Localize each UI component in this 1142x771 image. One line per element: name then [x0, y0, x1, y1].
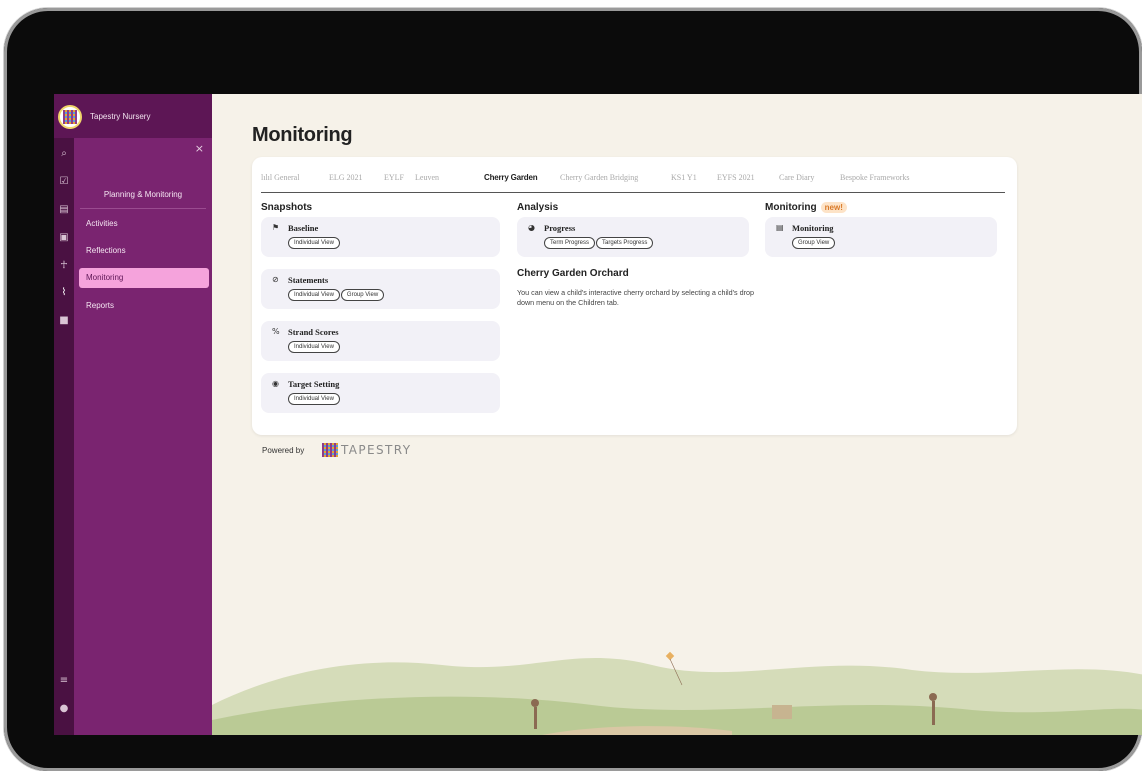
snapshots-heading: Snapshots — [261, 202, 313, 213]
laptop-frame: ⌕ ☑ ▤ ▣ ☥ ⌇ ■ ≡ ● Tapestry Nursery × Pla… — [4, 8, 1142, 771]
group-view-button[interactable]: Group View — [340, 289, 385, 301]
statements-tile[interactable]: ⊘ Statements Individual View Group View — [261, 269, 500, 309]
orchard-description: You can view a child's interactive cherr… — [517, 288, 754, 307]
tab-eylf[interactable]: EYLF — [384, 173, 404, 182]
monitoring-heading-label: Monitoring — [765, 202, 817, 213]
strand-scores-tile[interactable]: % Strand Scores Individual View — [261, 321, 500, 361]
search-icon[interactable]: ⌕ — [58, 148, 70, 160]
chart-icon[interactable]: ⌇ — [58, 287, 70, 299]
framework-tabs: lılıl General ELG 2021 EYLF Leuven Cherr… — [261, 173, 1005, 193]
landscape-illustration — [212, 651, 1142, 735]
panel-item-activities[interactable]: Activities — [79, 214, 209, 234]
individual-view-button[interactable]: Individual View — [288, 237, 340, 249]
tile-label: Strand Scores — [288, 327, 339, 337]
brand-header: Tapestry Nursery — [54, 94, 212, 138]
org-logo[interactable] — [58, 105, 82, 129]
tab-cherry-garden[interactable]: Cherry Garden — [484, 173, 538, 182]
check-circle-icon: ⊘ — [272, 275, 279, 284]
percent-icon: % — [272, 327, 280, 336]
list-icon: ▤ — [776, 223, 784, 232]
folder-icon[interactable]: ■ — [58, 315, 70, 327]
help-icon[interactable]: ● — [58, 703, 70, 715]
progress-tile[interactable]: ◕ Progress Term Progress Targets Progress — [517, 217, 749, 257]
tile-label: Monitoring — [792, 223, 834, 233]
id-card-icon[interactable]: ▤ — [58, 204, 70, 216]
analysis-heading: Analysis — [517, 202, 559, 213]
pie-chart-icon: ◕ — [528, 223, 535, 232]
monitoring-tile[interactable]: ▤ Monitoring Group View — [765, 217, 997, 257]
panel-title: Planning & Monitoring — [103, 190, 183, 199]
orchard-title: Cherry Garden Orchard — [517, 268, 629, 279]
targets-progress-button[interactable]: Targets Progress — [596, 237, 654, 249]
tab-eyfs-2021[interactable]: EYFS 2021 — [717, 173, 755, 182]
individual-view-button[interactable]: Individual View — [288, 393, 340, 405]
journal-icon[interactable]: ▣ — [58, 232, 70, 244]
tile-label: Baseline — [288, 223, 319, 233]
org-name[interactable]: Tapestry Nursery — [90, 112, 150, 121]
app-screen: ⌕ ☑ ▤ ▣ ☥ ⌇ ■ ≡ ● Tapestry Nursery × Pla… — [54, 94, 1142, 735]
individual-view-button[interactable]: Individual View — [288, 341, 340, 353]
tab-bespoke-frameworks[interactable]: Bespoke Frameworks — [840, 173, 910, 182]
tapestry-wordmark: TAPESTRY — [341, 443, 412, 457]
child-icon[interactable]: ☥ — [58, 260, 70, 272]
tab-cherry-garden-bridging[interactable]: Cherry Garden Bridging — [560, 173, 638, 182]
monitoring-card: lılıl General ELG 2021 EYLF Leuven Cherr… — [252, 157, 1017, 435]
panel-item-reports[interactable]: Reports — [79, 296, 209, 316]
powered-by-label: Powered by — [262, 446, 305, 455]
tapestry-logo-icon — [322, 443, 338, 457]
individual-view-button[interactable]: Individual View — [288, 289, 340, 301]
tab-ks1-y1[interactable]: KS1 Y1 — [671, 173, 697, 182]
tile-label: Statements — [288, 275, 329, 285]
calendar-check-icon[interactable]: ☑ — [58, 176, 70, 188]
tab-leuven[interactable]: Leuven — [415, 173, 439, 182]
icon-rail: ⌕ ☑ ▤ ▣ ☥ ⌇ ■ ≡ ● — [54, 94, 74, 735]
tile-label: Progress — [544, 223, 576, 233]
new-badge: new! — [820, 202, 847, 213]
tile-label: Target Setting — [288, 379, 340, 389]
panel-divider — [80, 208, 206, 209]
target-setting-tile[interactable]: ◉ Target Setting Individual View — [261, 373, 500, 413]
panel-item-monitoring[interactable]: Monitoring — [79, 268, 209, 288]
page-title: Monitoring — [252, 124, 353, 146]
side-panel: × Planning & Monitoring Activities Refle… — [74, 138, 212, 735]
tab-elg-2021[interactable]: ELG 2021 — [329, 173, 363, 182]
target-icon: ◉ — [272, 379, 279, 388]
flag-icon: ⚑ — [272, 223, 280, 232]
baseline-tile[interactable]: ⚑ Baseline Individual View — [261, 217, 500, 257]
tab-general[interactable]: lılıl General — [261, 173, 299, 182]
term-progress-button[interactable]: Term Progress — [544, 237, 596, 249]
group-view-button[interactable]: Group View — [792, 237, 836, 249]
settings-sliders-icon[interactable]: ≡ — [58, 675, 70, 687]
close-icon[interactable]: × — [195, 142, 204, 155]
tab-care-diary[interactable]: Care Diary — [779, 173, 814, 182]
panel-item-reflections[interactable]: Reflections — [79, 241, 209, 261]
monitoring-heading: Monitoring new! — [765, 202, 847, 213]
